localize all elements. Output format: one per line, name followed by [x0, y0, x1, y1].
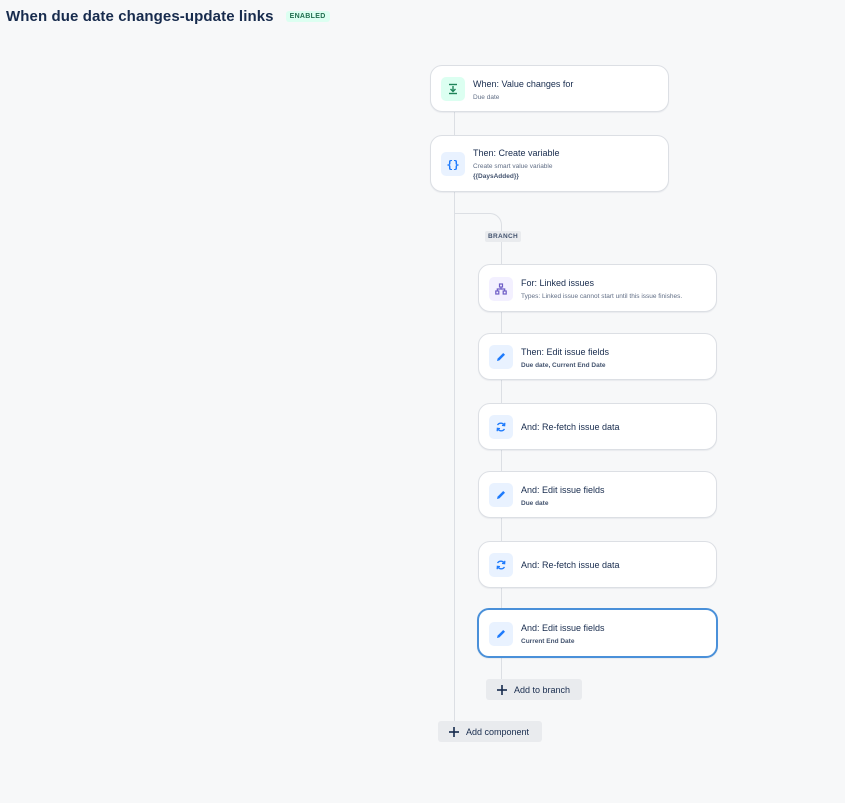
add-to-branch-button[interactable]: Add to branch [486, 679, 582, 700]
card-title: And: Edit issue fields [521, 485, 605, 495]
card-subtitle: Due date [521, 500, 549, 507]
action-card-edit-issue-selected[interactable]: And: Edit issue fields Current End Date [477, 608, 718, 658]
rule-editor-canvas: When due date changes-update links ENABL… [0, 0, 845, 803]
action-card-edit-issue[interactable]: And: Edit issue fields Due date [478, 471, 717, 518]
action-card-edit-issue[interactable]: Then: Edit issue fields Due date, Curren… [478, 333, 717, 380]
card-subtitle: Due date [473, 94, 500, 101]
card-title: For: Linked issues [521, 278, 595, 288]
connector-line [454, 192, 455, 722]
add-component-button[interactable]: Add component [438, 721, 542, 742]
card-title: When: Value changes for [473, 79, 574, 89]
rule-title: When due date changes-update links [6, 8, 274, 25]
curly-braces-icon: {} [441, 152, 465, 176]
card-subtitle: Create smart value variable [473, 163, 553, 170]
variable-name: {{DaysAdded}} [473, 173, 519, 180]
card-subtitle: Types: Linked issue cannot start until t… [521, 293, 683, 300]
rule-header: When due date changes-update links ENABL… [6, 8, 330, 25]
connector-line [454, 112, 455, 135]
card-subtitle: Due date, Current End Date [521, 362, 606, 369]
create-variable-card[interactable]: {} Then: Create variable Create smart va… [430, 135, 669, 192]
add-component-label: Add component [466, 726, 530, 737]
plus-icon [496, 684, 508, 696]
card-title: And: Re-fetch issue data [521, 560, 620, 570]
pencil-icon [489, 483, 513, 507]
refresh-icon [489, 415, 513, 439]
card-subtitle: Current End Date [521, 638, 575, 645]
branch-for-card[interactable]: For: Linked issues Types: Linked issue c… [478, 264, 717, 312]
hierarchy-icon [489, 277, 513, 301]
trigger-card[interactable]: When: Value changes for Due date [430, 65, 669, 112]
action-card-refetch[interactable]: And: Re-fetch issue data [478, 541, 717, 588]
card-title: Then: Create variable [473, 148, 560, 158]
field-value-changed-icon [441, 77, 465, 101]
pencil-icon [489, 622, 513, 646]
action-card-refetch[interactable]: And: Re-fetch issue data [478, 403, 717, 450]
card-title: And: Edit issue fields [521, 623, 605, 633]
refresh-icon [489, 553, 513, 577]
pencil-icon [489, 345, 513, 369]
card-title: Then: Edit issue fields [521, 347, 610, 357]
branch-label: BRANCH [485, 231, 521, 242]
plus-icon [448, 726, 460, 738]
add-to-branch-label: Add to branch [514, 684, 571, 695]
card-title: And: Re-fetch issue data [521, 422, 620, 432]
status-badge: ENABLED [285, 11, 330, 22]
